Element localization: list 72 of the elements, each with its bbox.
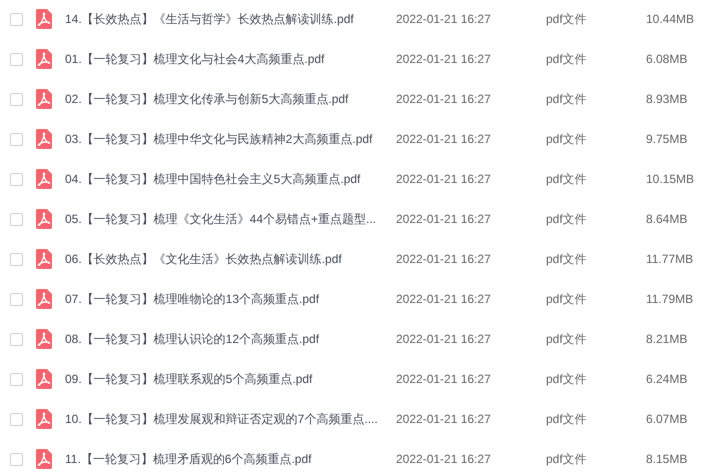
checkbox[interactable] <box>10 172 23 186</box>
pdf-file-icon <box>36 409 52 429</box>
file-name[interactable]: 06.【长效热点】《文化生活》长效热点解读训练.pdf <box>65 250 396 268</box>
modified-date: 2022-01-21 16:27 <box>396 292 492 306</box>
file-size: 11.77MB <box>646 252 694 266</box>
checkbox[interactable] <box>10 452 23 466</box>
modified-date: 2022-01-21 16:27 <box>396 52 492 66</box>
file-name[interactable]: 08.【一轮复习】梳理认识论的12个高频重点.pdf <box>65 330 396 348</box>
file-type: pdf文件 <box>546 170 588 188</box>
modified-date: 2022-01-21 16:27 <box>396 372 492 386</box>
file-size: 8.21MB <box>646 332 688 346</box>
checkbox[interactable] <box>10 132 23 146</box>
pdf-file-icon <box>36 169 52 189</box>
file-name[interactable]: 14.【长效热点】《生活与哲学》长效热点解读训练.pdf <box>65 10 396 28</box>
file-size: 10.44MB <box>646 12 696 26</box>
pdf-file-icon <box>36 449 52 469</box>
file-type: pdf文件 <box>546 450 588 468</box>
file-type: pdf文件 <box>546 370 588 388</box>
file-type: pdf文件 <box>546 50 588 68</box>
file-size: 6.24MB <box>646 372 688 386</box>
file-type: pdf文件 <box>546 210 588 228</box>
modified-date: 2022-01-21 16:27 <box>396 132 492 146</box>
checkbox[interactable] <box>10 12 23 26</box>
file-type: pdf文件 <box>546 130 588 148</box>
pdf-file-icon <box>36 49 52 69</box>
file-size: 11.79MB <box>646 292 694 306</box>
checkbox[interactable] <box>10 252 23 266</box>
file-name[interactable]: 07.【一轮复习】梳理唯物论的13个高频重点.pdf <box>65 290 396 308</box>
file-size: 10.15MB <box>646 172 696 186</box>
modified-date: 2022-01-21 16:27 <box>396 252 492 266</box>
modified-date: 2022-01-21 16:27 <box>396 12 492 26</box>
file-size: 9.75MB <box>646 132 688 146</box>
pdf-file-icon <box>36 329 52 349</box>
modified-date: 2022-01-21 16:27 <box>396 452 492 466</box>
checkbox[interactable] <box>10 212 23 226</box>
file-type: pdf文件 <box>546 10 588 28</box>
checkbox[interactable] <box>10 412 23 426</box>
file-size: 8.93MB <box>646 92 688 106</box>
pdf-file-icon <box>36 209 52 229</box>
pdf-file-icon <box>36 9 52 29</box>
pdf-file-icon <box>36 249 52 269</box>
file-name[interactable]: 04.【一轮复习】梳理中国特色社会主义5大高频重点.pdf <box>65 170 396 188</box>
pdf-file-icon <box>36 89 52 109</box>
file-size: 8.15MB <box>646 452 688 466</box>
file-size: 8.64MB <box>646 212 688 226</box>
file-type: pdf文件 <box>546 250 588 268</box>
file-name[interactable]: 11.【一轮复习】梳理矛盾观的6个高频重点.pdf <box>65 450 396 468</box>
checkbox[interactable] <box>10 92 23 106</box>
pdf-file-icon <box>36 289 52 309</box>
pdf-file-icon <box>36 369 52 389</box>
file-type: pdf文件 <box>546 90 588 108</box>
modified-date: 2022-01-21 16:27 <box>396 412 492 426</box>
pdf-file-icon <box>36 129 52 149</box>
modified-date: 2022-01-21 16:27 <box>396 172 492 186</box>
file-type: pdf文件 <box>546 290 588 308</box>
file-name[interactable]: 02.【一轮复习】梳理文化传承与创新5大高频重点.pdf <box>65 90 396 108</box>
file-name[interactable]: 10.【一轮复习】梳理发展观和辩证否定观的7个高频重点.... <box>65 410 396 428</box>
file-name[interactable]: 03.【一轮复习】梳理中华文化与民族精神2大高频重点.pdf <box>65 130 396 148</box>
modified-date: 2022-01-21 16:27 <box>396 332 492 346</box>
file-type: pdf文件 <box>546 330 588 348</box>
file-type: pdf文件 <box>546 410 588 428</box>
modified-date: 2022-01-21 16:27 <box>396 92 492 106</box>
checkbox[interactable] <box>10 292 23 306</box>
file-size: 6.07MB <box>646 412 688 426</box>
checkbox[interactable] <box>10 332 23 346</box>
modified-date: 2022-01-21 16:27 <box>396 212 492 226</box>
file-size: 6.08MB <box>646 52 688 66</box>
checkbox[interactable] <box>10 372 23 386</box>
file-name[interactable]: 05.【一轮复习】梳理《文化生活》44个易错点+重点题型... <box>65 210 396 228</box>
file-name[interactable]: 09.【一轮复习】梳理联系观的5个高频重点.pdf <box>65 370 396 388</box>
file-name[interactable]: 01.【一轮复习】梳理文化与社会4大高频重点.pdf <box>65 50 396 68</box>
checkbox[interactable] <box>10 52 23 66</box>
